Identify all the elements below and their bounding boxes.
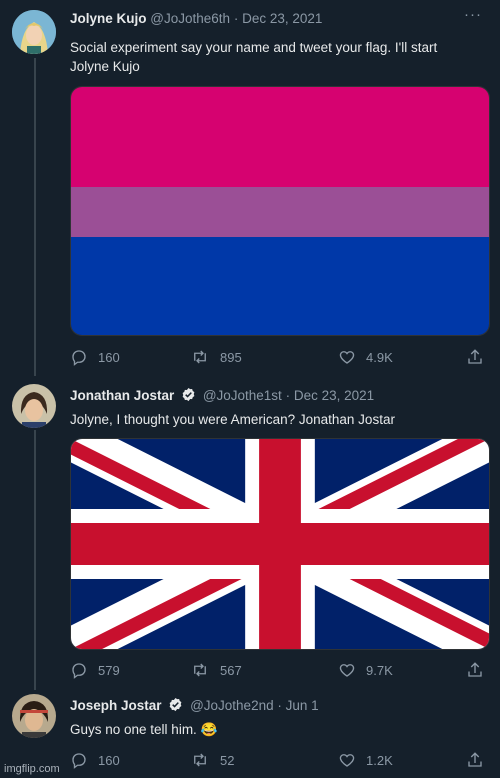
retweet-icon: [194, 350, 206, 364]
tweet-text-line: Jolyne, I thought you were American? Jon…: [70, 412, 395, 427]
retweet-button[interactable]: 567: [190, 661, 242, 679]
share-button[interactable]: [466, 661, 494, 679]
tweet-header: Joseph Jostar @JoJothe2nd · Jun 1: [70, 697, 319, 713]
tweet-text-line: Jolyne Kujo: [70, 59, 140, 74]
display-name[interactable]: Jolyne Kujo: [70, 11, 147, 26]
heart-icon: [339, 754, 355, 767]
retweet-button[interactable]: 895: [190, 348, 242, 366]
user-handle[interactable]: @JoJothe6th: [150, 11, 230, 26]
heart-icon: [339, 351, 355, 364]
tweet-header: Jolyne Kujo @JoJothe6th · Dec 23, 2021: [70, 11, 322, 26]
flag-stripe-middle: [71, 187, 489, 237]
heart-icon: [339, 664, 355, 677]
avatar[interactable]: [12, 10, 56, 54]
tweet-actions: 160 895 4.9K: [70, 348, 488, 368]
separator: ·: [233, 11, 239, 26]
display-name[interactable]: Joseph Jostar: [70, 698, 162, 713]
verified-badge-icon: [182, 387, 195, 402]
reply-button[interactable]: 160: [70, 348, 120, 366]
retweet-count: 895: [220, 349, 242, 365]
share-icon: [468, 662, 482, 677]
retweet-icon: [194, 753, 206, 767]
avatar[interactable]: [12, 384, 56, 428]
share-button[interactable]: [466, 348, 494, 366]
reply-button[interactable]: 160: [70, 751, 120, 769]
tweet-header: Jonathan Jostar @JoJothe1st · Dec 23, 20…: [70, 387, 374, 403]
like-count: 1.2K: [366, 752, 393, 768]
retweet-count: 52: [220, 752, 235, 768]
flag-stripe-bottom: [71, 237, 489, 335]
tweet-text-line: Guys no one tell him. 😂: [70, 722, 218, 737]
verified-badge-icon: [169, 697, 182, 712]
tweet-text: Guys no one tell him. 😂: [70, 720, 217, 739]
tweet-date[interactable]: Dec 23, 2021: [242, 11, 322, 26]
separator: ·: [277, 698, 282, 713]
reply-icon: [72, 753, 86, 769]
avatar[interactable]: [12, 694, 56, 738]
reply-count: 579: [98, 662, 120, 678]
user-handle[interactable]: @JoJothe1st: [203, 388, 282, 403]
watermark: imgflip.com: [4, 763, 60, 775]
display-name[interactable]: Jonathan Jostar: [70, 388, 174, 403]
tweet-text: Social experiment say your name and twee…: [70, 38, 437, 76]
reply-icon: [72, 350, 86, 366]
tweet-date[interactable]: Jun 1: [286, 698, 319, 713]
union-jack-image[interactable]: [70, 438, 490, 650]
tweet-actions: 160 52 1.2K: [70, 751, 488, 771]
like-count: 9.7K: [366, 662, 393, 678]
retweet-count: 567: [220, 662, 242, 678]
share-icon: [468, 349, 482, 364]
retweet-button[interactable]: 52: [190, 751, 234, 769]
like-count: 4.9K: [366, 349, 393, 365]
reply-count: 160: [98, 752, 120, 768]
retweet-icon: [194, 663, 206, 677]
tweet[interactable]: Jonathan Jostar @JoJothe1st · Dec 23, 20…: [0, 380, 500, 690]
user-handle[interactable]: @JoJothe2nd: [190, 698, 274, 713]
tweet-actions: 579 567 9.7K: [70, 661, 488, 681]
separator: ·: [285, 388, 291, 403]
tweet[interactable]: Joseph Jostar @JoJothe2nd · Jun 1 Guys n…: [0, 690, 500, 778]
share-icon: [468, 752, 482, 767]
like-button[interactable]: 4.9K: [338, 348, 393, 366]
tweet[interactable]: Jolyne Kujo @JoJothe6th · Dec 23, 2021 ·…: [0, 0, 500, 380]
tweet-date[interactable]: Dec 23, 2021: [294, 388, 374, 403]
bisexual-flag-image[interactable]: [70, 86, 490, 336]
flag-stripe-top: [71, 87, 489, 187]
like-button[interactable]: 9.7K: [338, 661, 393, 679]
tweet-text: Jolyne, I thought you were American? Jon…: [70, 410, 395, 429]
like-button[interactable]: 1.2K: [338, 751, 393, 769]
reply-count: 160: [98, 349, 120, 365]
tweet-text-line: Social experiment say your name and twee…: [70, 40, 438, 55]
share-button[interactable]: [466, 751, 494, 769]
reply-button[interactable]: 579: [70, 661, 120, 679]
reply-icon: [72, 663, 86, 679]
more-options-icon[interactable]: ···: [464, 6, 482, 23]
